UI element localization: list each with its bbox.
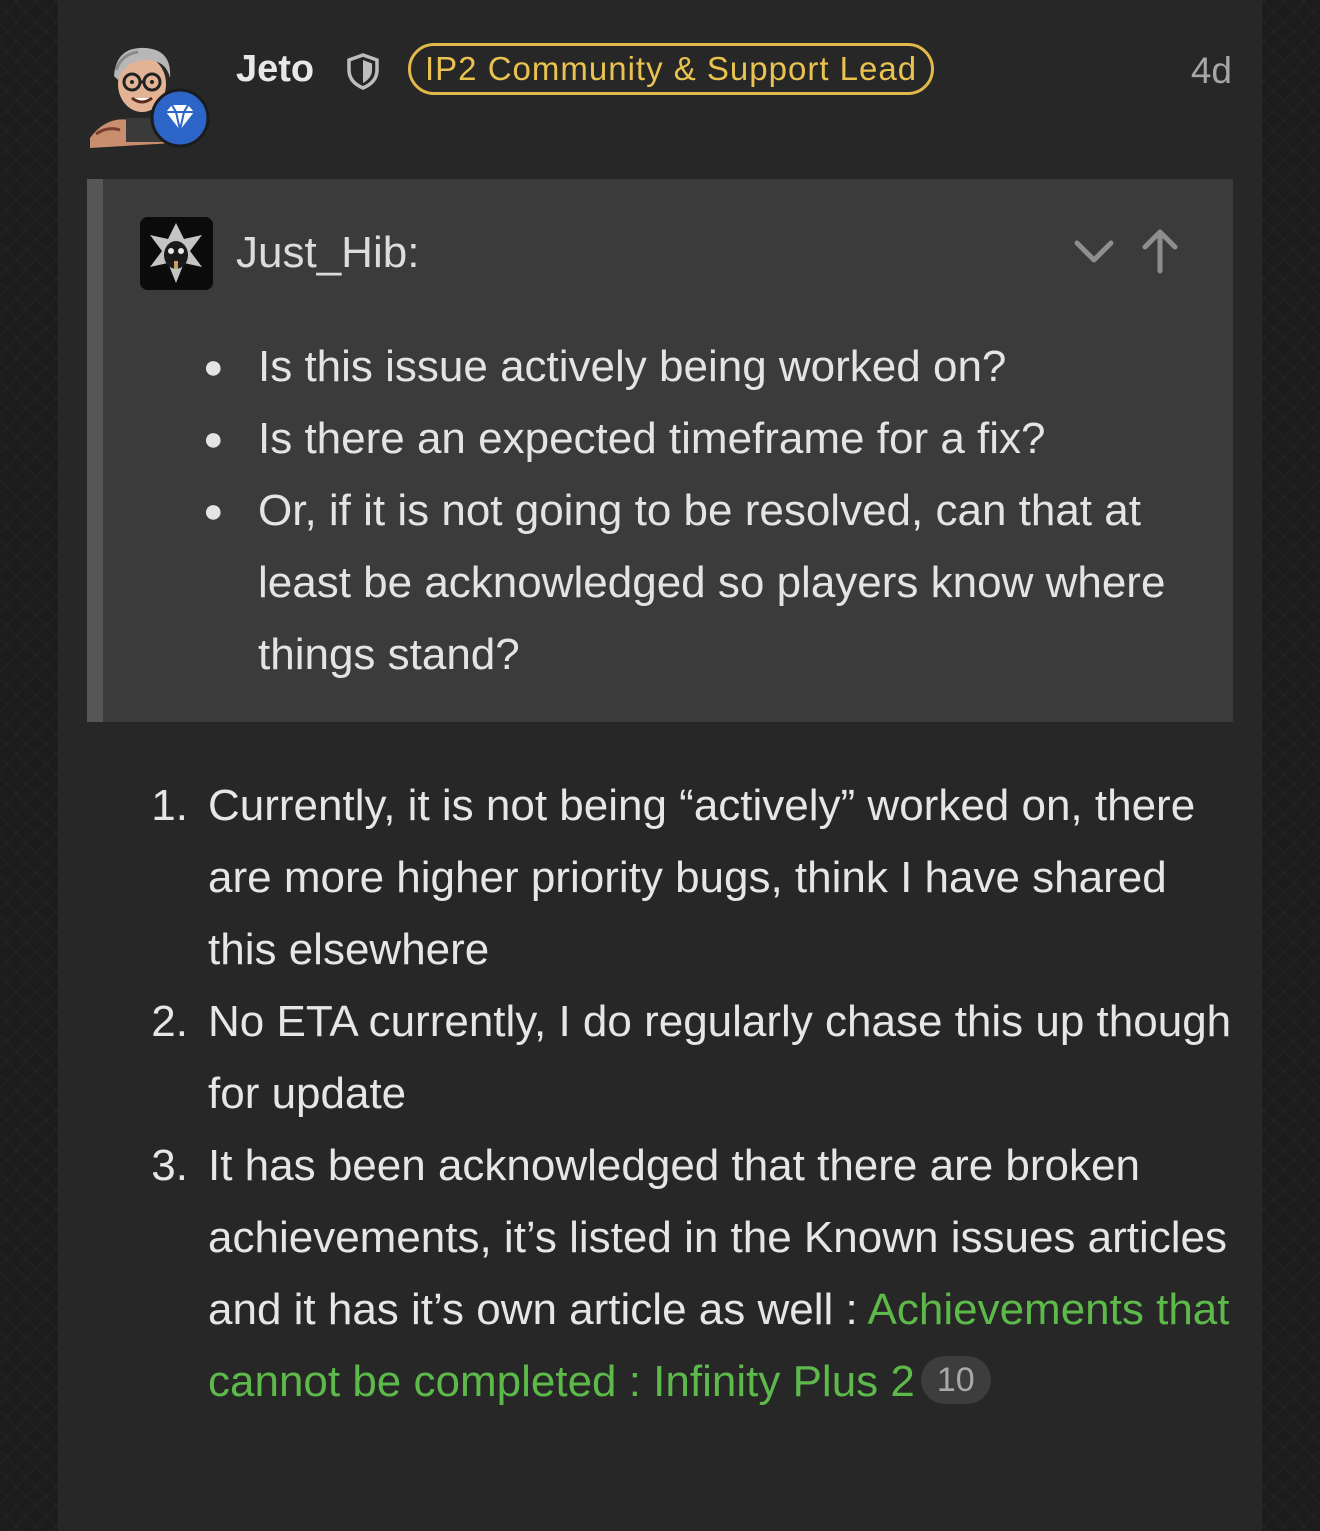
quote-author-avatar[interactable]: [140, 217, 213, 290]
quote-block: Just_Hib: ● Is this issue actively being…: [87, 179, 1233, 722]
quote-list-item: ● Is there an expected timeframe for a f…: [203, 403, 1218, 475]
author-username[interactable]: Jeto: [236, 44, 314, 94]
chevron-down-icon[interactable]: [1069, 227, 1119, 277]
quote-bullet-list: ● Is this issue actively being worked on…: [203, 331, 1218, 691]
bullet: ●: [203, 348, 224, 386]
answer-text: Currently, it is not being “actively” wo…: [208, 781, 1196, 974]
list-number: 2.: [151, 997, 188, 1046]
forum-post: Jeto IP2 Community & Support Lead 4d Jus…: [58, 0, 1262, 1531]
list-number: 3.: [151, 1141, 188, 1190]
quote-list-item: ● Or, if it is not going to be resolved,…: [203, 475, 1218, 691]
bullet: ●: [203, 492, 224, 530]
answer-list-item: 1. Currently, it is not being “actively”…: [151, 770, 1238, 986]
list-number: 1.: [151, 781, 188, 830]
answer-list-item: 3. It has been acknowledged that there a…: [151, 1130, 1238, 1418]
arrow-up-icon[interactable]: [1135, 227, 1185, 277]
post-age[interactable]: 4d: [1191, 46, 1232, 96]
answer-list-item: 2. No ETA currently, I do regularly chas…: [151, 986, 1238, 1130]
answer-numbered-list: 1. Currently, it is not being “actively”…: [151, 770, 1238, 1418]
quote-list-item: ● Is this issue actively being worked on…: [203, 331, 1218, 403]
quote-controls: [1069, 227, 1189, 277]
diamond-icon: [150, 88, 210, 148]
link-click-count: 10: [920, 1356, 991, 1405]
shield-icon: [347, 53, 379, 90]
user-title-badge: IP2 Community & Support Lead: [408, 43, 935, 95]
quote-author: Just_Hib:: [236, 228, 420, 277]
answer-text: No ETA currently, I do regularly chase t…: [208, 997, 1232, 1118]
bullet: ●: [203, 420, 224, 458]
